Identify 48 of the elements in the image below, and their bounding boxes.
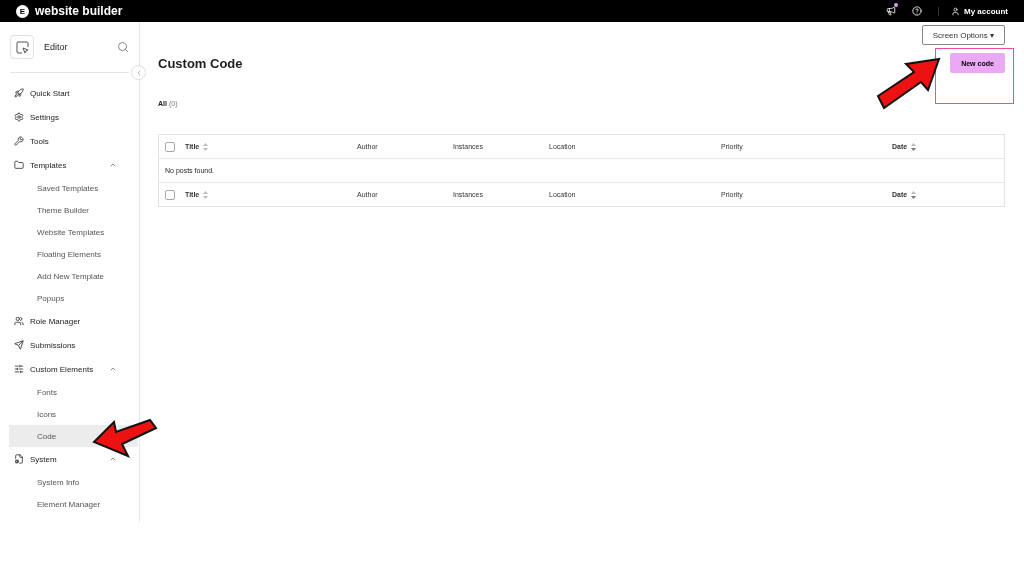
sidebar-item[interactable]: Submissions: [0, 333, 131, 357]
sort-icon[interactable]: [911, 142, 917, 151]
sidebar-subitem[interactable]: Website Templates: [9, 221, 138, 243]
account-link[interactable]: My account: [938, 6, 1008, 16]
editor-icon[interactable]: [10, 35, 34, 59]
sidebar-item[interactable]: Quick Start: [0, 81, 131, 105]
sidebar-item[interactable]: System: [0, 447, 131, 471]
sidebar-subitem[interactable]: Icons: [9, 403, 138, 425]
sort-icon[interactable]: [911, 190, 917, 199]
sidebar-subitem[interactable]: Saved Templates: [9, 177, 138, 199]
sort-icon[interactable]: [203, 142, 209, 151]
folder-icon: [14, 160, 24, 170]
sidebar-subitem[interactable]: Element Manager: [9, 493, 138, 515]
user-icon: [951, 6, 960, 16]
send-icon: [14, 340, 24, 350]
editor-label: Editor: [44, 42, 69, 52]
sidebar-subitem[interactable]: Theme Builder: [9, 199, 138, 221]
rocket-icon: [14, 88, 24, 98]
settings-icon: [14, 112, 24, 122]
megaphone-icon[interactable]: [886, 6, 896, 16]
sidebar-item[interactable]: Role Manager: [0, 309, 131, 333]
sidebar-subitem[interactable]: System Info: [9, 471, 138, 493]
page-title: Custom Code: [158, 55, 243, 71]
sidebar-item[interactable]: Tools: [0, 129, 131, 153]
sidebar-subitem[interactable]: Fonts: [9, 381, 138, 403]
arrow-annotation: [876, 56, 942, 112]
sidebar-subitem[interactable]: Add New Template: [9, 265, 138, 287]
logo-icon: E: [16, 4, 29, 18]
sliders-icon: [14, 364, 24, 374]
brand-name: website builder: [35, 4, 124, 18]
checkbox[interactable]: [165, 189, 175, 200]
chevron-icon[interactable]: [109, 455, 117, 463]
sidebar-subitem[interactable]: Popups: [9, 287, 138, 309]
sidebar-item[interactable]: Settings: [0, 105, 131, 129]
search-icon[interactable]: [117, 41, 129, 53]
sidebar-item[interactable]: Custom Elements: [0, 357, 131, 381]
chevron-icon[interactable]: [109, 161, 117, 169]
file-icon: [14, 454, 24, 464]
help-icon[interactable]: [912, 6, 922, 16]
chevron-icon[interactable]: [109, 365, 117, 373]
users-icon: [14, 316, 24, 326]
sidebar-subitem[interactable]: Floating Elements: [9, 243, 138, 265]
checkbox[interactable]: [165, 141, 175, 152]
wrench-icon: [14, 136, 24, 146]
arrow-annotation: [92, 418, 158, 458]
sidebar-item[interactable]: Templates: [0, 153, 131, 177]
sort-icon[interactable]: [203, 190, 209, 199]
screen-options-button[interactable]: Screen Options ▾: [921, 25, 1005, 45]
